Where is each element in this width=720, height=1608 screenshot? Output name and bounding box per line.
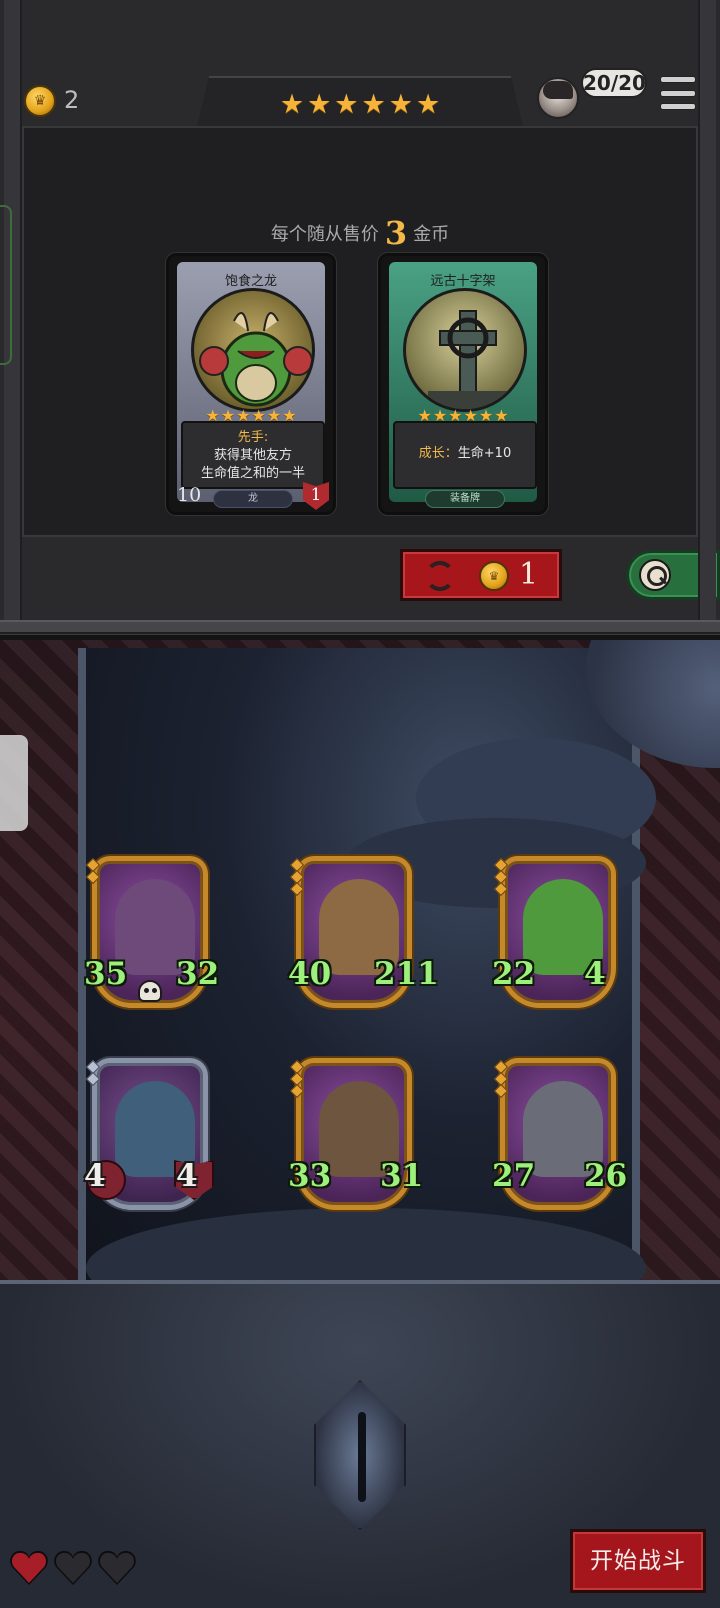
heart-icon (98, 1550, 136, 1586)
card-description: 成长：生命+10 (393, 421, 537, 489)
shop-card-minion[interactable]: 饱食之龙 ★ ★ ★ ★ ★ ★ 先手: 获得其他友方 生命值之和的一半 10 龙 1 (166, 253, 336, 515)
minion-health: 4 (584, 956, 606, 992)
shop-card-equipment[interactable]: 远古十字架 ★ ★ ★ ★ ★ ★ 成长：生命+10 装备牌 (378, 253, 548, 515)
tier-pip-icon (493, 1083, 509, 1099)
lives-hearts (10, 1550, 136, 1586)
star-icon: ★ (334, 88, 359, 120)
star-icon: ★ (361, 88, 386, 120)
heart-icon (54, 1550, 92, 1586)
heart-fill (55, 1551, 91, 1585)
minion-attack: 35 (84, 956, 128, 992)
reroll-cost: 1 (519, 557, 539, 592)
card-attack: 10 (177, 484, 202, 506)
minion-attack: 40 (288, 956, 332, 992)
tier-pip-icon (85, 869, 101, 885)
card-keyword-colon: : (263, 430, 269, 445)
gold-coin-icon: ♛ (479, 561, 509, 591)
star-icon: ★ (388, 88, 413, 120)
card-desc-value: 生命+10 (457, 446, 512, 461)
sell-amount: 3 (384, 214, 408, 252)
dragon-icon (191, 288, 315, 412)
minion-health: 4 (176, 1158, 198, 1194)
tier-pip-icon (493, 881, 509, 897)
start-battle-button[interactable]: 开始战斗 (570, 1529, 706, 1593)
gold-coin-icon: ♛ (24, 85, 56, 117)
shop-panel: ♛ 2 ★ ★ ★ ★ ★ ★ 20/20 每个随从售价 3 金币 饱食之龙 ★ ★ ★ ★ ★ ★ (0, 0, 720, 635)
minion-health: 211 (374, 956, 439, 992)
card-desc-line2: 生命值之和的一半 (200, 466, 305, 481)
shop-area (22, 126, 698, 537)
minion-tier-pips (289, 857, 305, 897)
card-tribe: 装备牌 (425, 490, 505, 508)
minion-attack: 4 (84, 1158, 106, 1194)
minion-tier-pips (85, 1059, 101, 1087)
search-button[interactable] (626, 550, 720, 600)
card-health: 1 (303, 482, 329, 510)
tier-pip-icon (289, 1083, 305, 1099)
tavern-tier-tab: ★ ★ ★ ★ ★ ★ (196, 76, 524, 130)
tier-pip-icon (289, 881, 305, 897)
tier-pip-icon (85, 1071, 101, 1087)
player-avatar[interactable] (537, 77, 579, 119)
minion-health: 26 (584, 1158, 628, 1194)
sell-suffix: 金币 (413, 224, 450, 245)
card-name: 饱食之龙 (224, 274, 277, 289)
minion-health: 31 (380, 1158, 424, 1194)
star-icon: ★ (415, 88, 441, 120)
minion-health: 32 (176, 956, 220, 992)
card-name: 远古十字架 (430, 274, 496, 289)
panel-divider (0, 620, 720, 634)
heart-icon (10, 1550, 48, 1586)
minion-tier-pips (493, 1059, 509, 1099)
minion-tier-pips (289, 1059, 305, 1099)
reroll-button[interactable]: ♛ 1 (400, 549, 562, 601)
minion-attack: 33 (288, 1158, 332, 1194)
star-icon: ★ (307, 88, 332, 120)
sell-prefix: 每个随从售价 (270, 224, 379, 245)
side-tab[interactable] (0, 735, 28, 831)
gold-count: 2 (64, 86, 80, 114)
minion-tier-pips (85, 857, 101, 885)
sell-price-text: 每个随从售价 3 金币 (0, 210, 720, 252)
minion-attack: 27 (492, 1158, 536, 1194)
heart-fill (99, 1551, 135, 1585)
star-icon: ★ (279, 88, 305, 120)
menu-icon[interactable] (660, 76, 696, 110)
player-health: 20/20 (581, 68, 647, 98)
card-desc-line1: 获得其他友方 (213, 448, 292, 463)
celtic-cross-icon (403, 288, 527, 412)
heart-fill (11, 1551, 47, 1585)
tavern-tier-stars: ★ ★ ★ ★ ★ ★ (196, 78, 524, 130)
card-tribe: 龙 (213, 490, 293, 508)
minion-tier-pips (493, 857, 509, 897)
minion-attack: 22 (492, 956, 536, 992)
refresh-icon (425, 561, 455, 591)
card-description: 先手: 获得其他友方 生命值之和的一半 (181, 421, 325, 489)
card-keyword: 先手 (237, 430, 264, 445)
magnifier-icon (639, 559, 671, 591)
skull-icon (138, 980, 162, 1002)
card-keyword: 成长： (418, 446, 458, 461)
